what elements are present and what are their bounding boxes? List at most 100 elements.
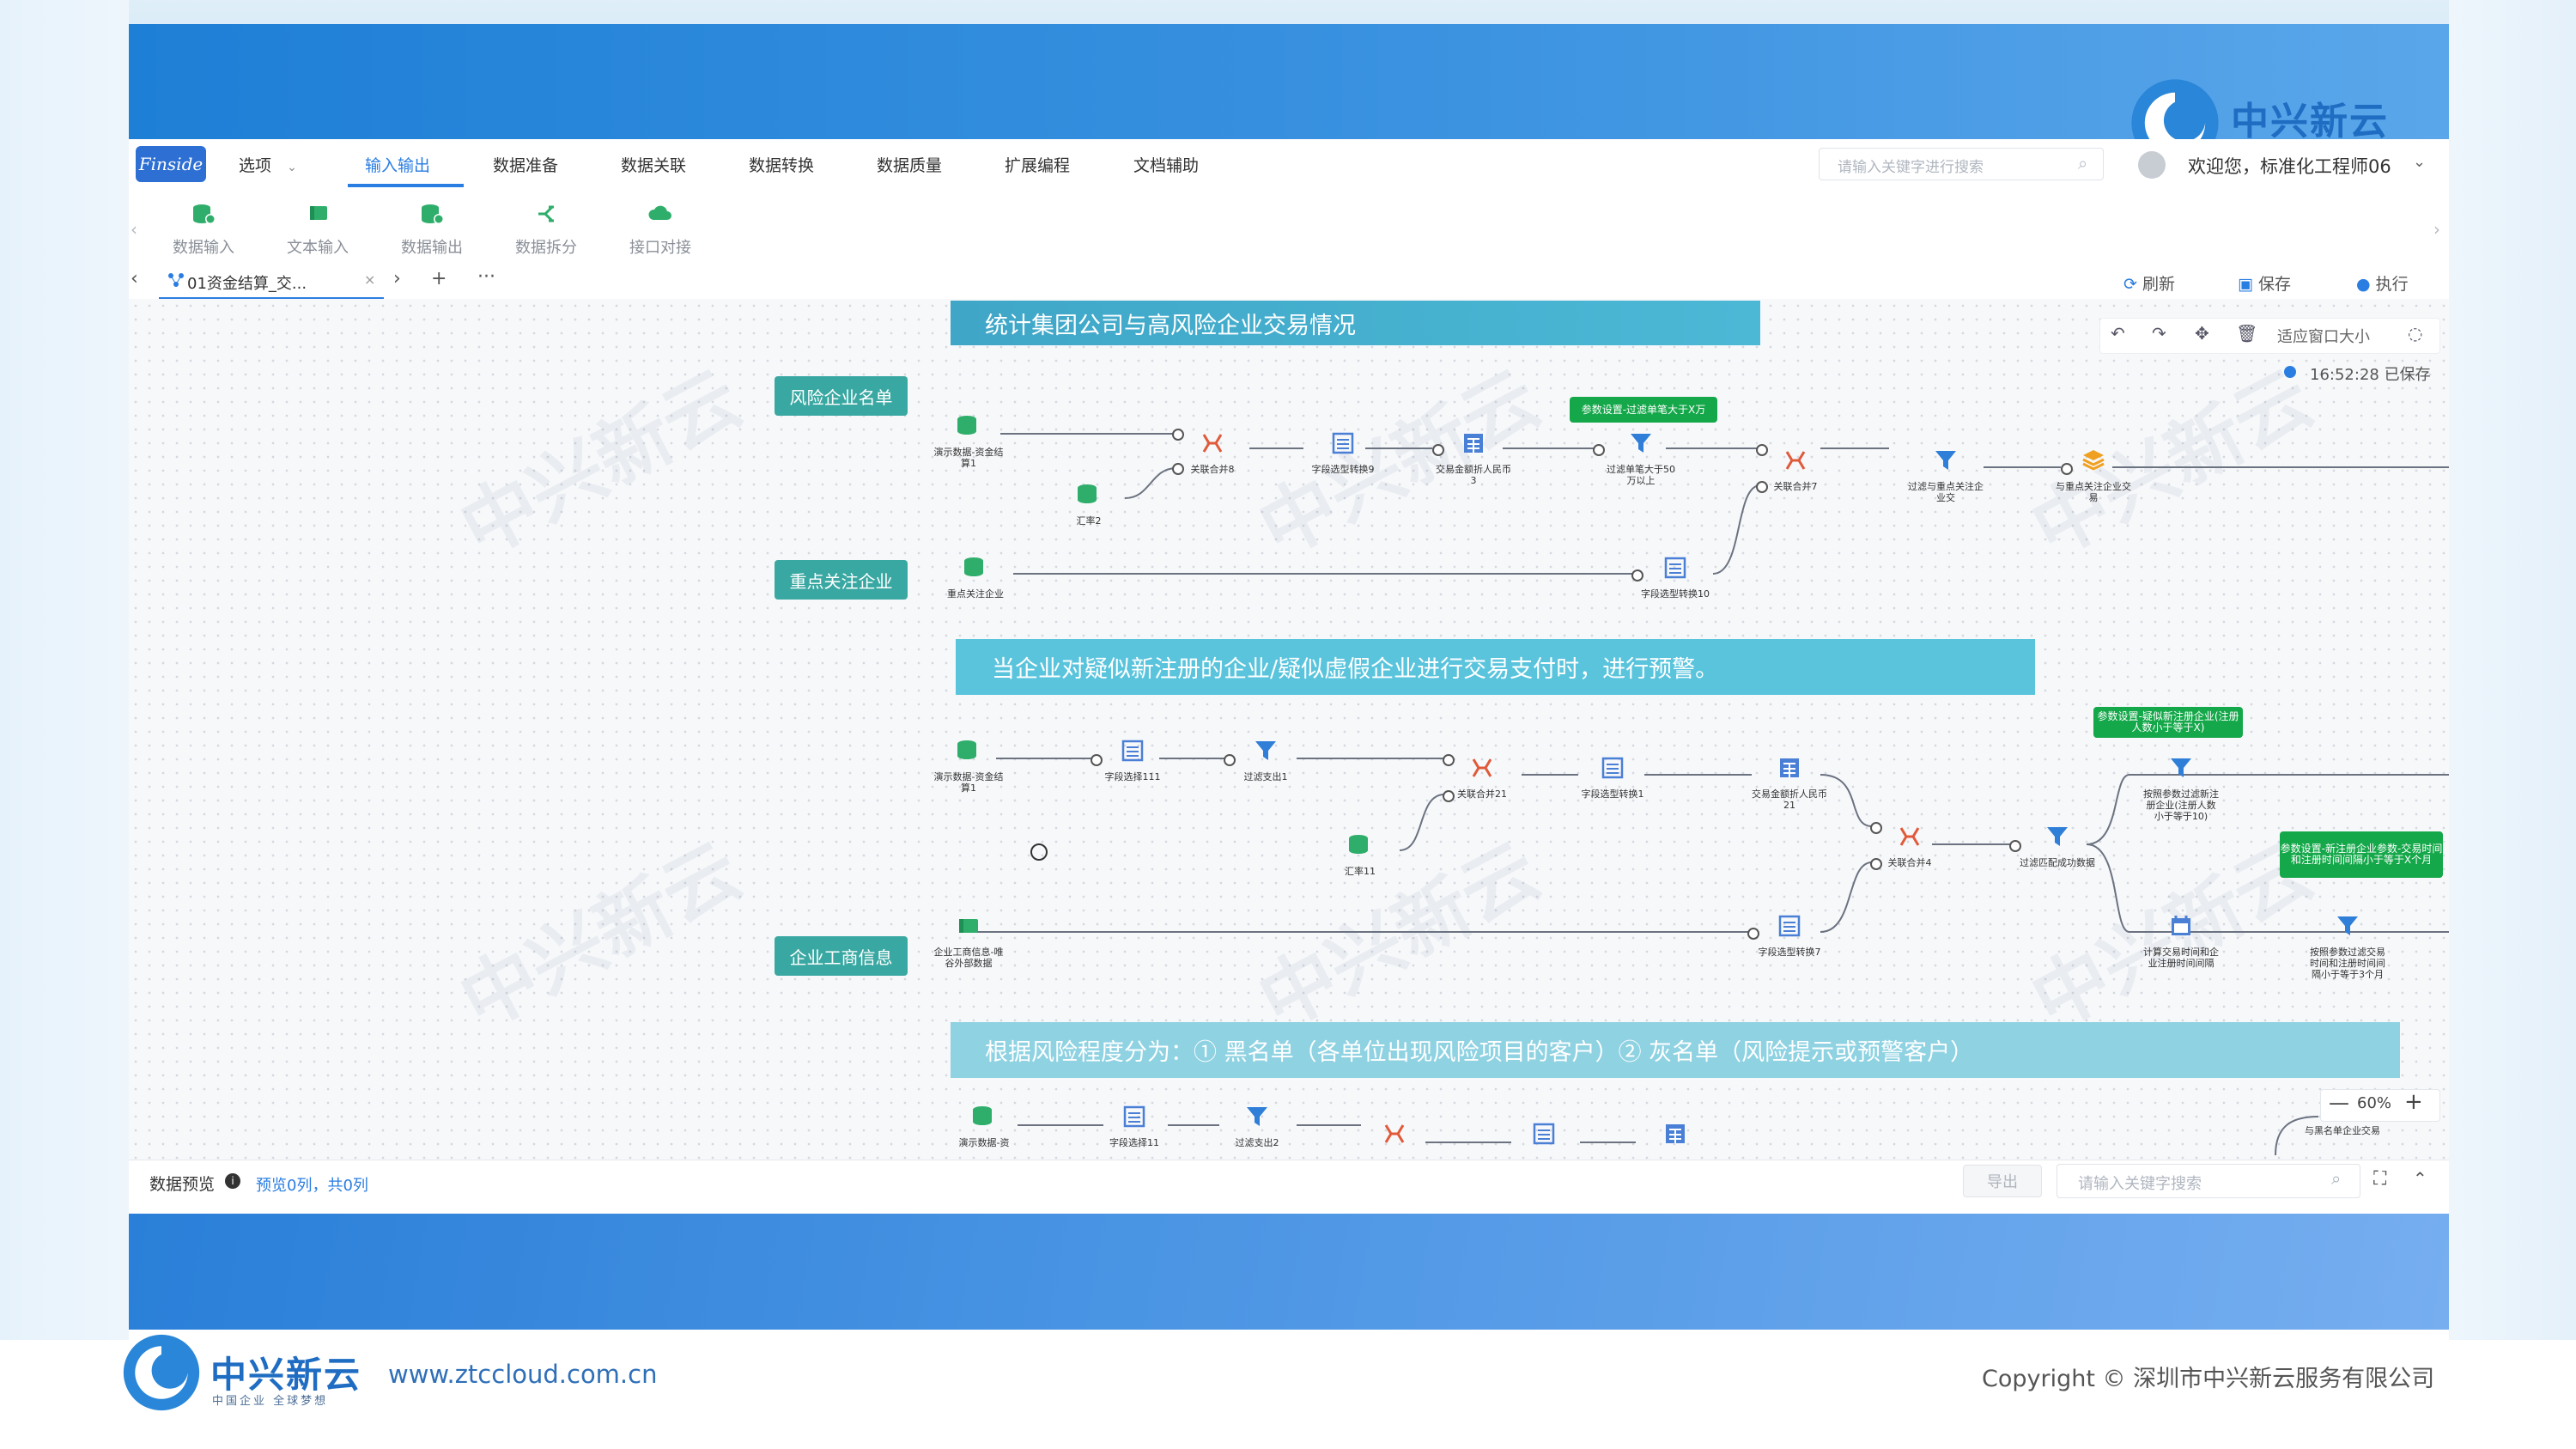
node-output[interactable]: 与重点关注企业交易 [2056,447,2132,503]
save-button[interactable]: ▣ 保存 [2238,271,2291,295]
node-label: 企业工商信息-唯谷外部数据 [933,947,1004,969]
redo-icon[interactable]: ↷ [2152,323,2166,344]
node-field-select[interactable]: 字段选型转换9 [1312,429,1382,475]
api-connect-button[interactable]: 接口对接 [617,203,703,258]
node-field-select[interactable]: 字段选型转换7 [1759,912,1828,958]
node-data-source[interactable]: 演示数据-资金结算1 [934,737,1007,794]
node-field-select[interactable] [1530,1120,1558,1151]
node-port[interactable] [2061,463,2073,475]
node-port[interactable] [1224,754,1236,766]
refresh-button[interactable]: ⟳ 刷新 [2123,271,2175,295]
menu-item-data-transform[interactable]: 数据转换 [749,153,814,176]
node-join[interactable]: 关联合并21 [1457,754,1521,800]
node-join[interactable]: 关联合并4 [1888,823,1948,868]
node-port[interactable] [1870,822,1882,834]
node-filter[interactable]: 过滤单笔大于50万以上 [1607,429,1680,486]
delete-icon[interactable]: 🗑 [2236,323,2257,344]
tab-next-icon[interactable]: › [393,268,401,289]
more-icon[interactable]: ··· [477,266,495,288]
node-filter[interactable]: 过滤匹配成功数据 [2020,823,2096,868]
welcome-user[interactable]: 欢迎您，标准化工程师06 [2188,153,2391,179]
group-tag-risk-companies[interactable]: 风险企业名单 [775,376,908,416]
node-field-select[interactable]: 字段选型转换1 [1582,754,1651,800]
data-input-button[interactable]: 数据输入 [161,203,246,258]
menu-item-data-join[interactable]: 数据关联 [621,153,686,176]
menu-item-extension[interactable]: 扩展编程 [1005,153,1070,176]
search-icon[interactable]: ⌕ [2331,1168,2341,1189]
param-callout[interactable]: 参数设置-新注册企业参数-交易时间和注册时间间隔小于等于X个月 [2280,831,2443,878]
node-field-select[interactable]: 字段选择11 [1109,1103,1173,1148]
param-callout[interactable]: 参数设置-疑似新注册企业(注册人数小于等于X) [2093,707,2243,738]
node-calc[interactable]: 交易金额折人民币21 [1752,754,1828,811]
node-data-source[interactable]: 演示数据-资金结算1 [934,412,1007,469]
node-port[interactable] [1432,444,1444,456]
add-tab-icon[interactable]: + [431,268,447,289]
data-output-button[interactable]: 数据输出 [389,203,475,258]
section-banner-1[interactable]: 统计集团公司与高风险企业交易情况 [951,301,1760,345]
export-button[interactable]: 导出 [1963,1165,2042,1197]
ribbon-scroll-left-icon[interactable]: ‹ [131,219,137,240]
node-calc[interactable]: 交易金额折人民币3 [1436,429,1512,486]
section-banner-2[interactable]: 当企业对疑似新注册的企业/疑似虚假企业进行交易支付时，进行预警。 [956,639,2035,695]
param-callout[interactable]: 参数设置-过滤单笔大于X万 [1570,397,1717,423]
node-label: 演示数据-资金结算1 [933,771,1004,794]
close-icon[interactable]: × [364,271,375,288]
section-banner-3[interactable]: 根据风险程度分为：① 黑名单（各单位出现风险项目的客户）② 灰名单（风险提示或预… [951,1022,2400,1078]
run-button[interactable]: ● 执行 [2356,271,2409,295]
zoom-out-button[interactable]: — [2329,1091,2349,1115]
search-icon[interactable]: ⌕ [2078,153,2087,174]
node-port[interactable] [2009,840,2021,852]
table-icon [1123,1105,1145,1128]
menu-item-docs[interactable]: 文档辅助 [1133,153,1199,176]
node-join[interactable]: 关联合并7 [1774,447,1834,492]
node-text-source[interactable]: 企业工商信息-唯谷外部数据 [934,912,1007,969]
node-port[interactable] [1091,754,1103,766]
info-icon [2284,366,2296,378]
node-field-select[interactable]: 字段选型转换10 [1641,554,1714,600]
node-join[interactable]: 关联合并8 [1191,429,1251,475]
undo-icon[interactable]: ↶ [2111,323,2125,344]
node-field-select[interactable]: 字段选择111 [1105,737,1171,782]
lock-icon[interactable]: ◌ [2408,323,2422,344]
node-data-source[interactable]: 汇率2 [1075,481,1127,527]
group-tag-business-info[interactable]: 企业工商信息 [775,936,908,976]
tab-prev-icon[interactable]: ‹ [131,268,138,289]
node-data-source[interactable]: 演示数据-资 [959,1103,1023,1148]
data-split-button[interactable]: 数据拆分 [503,203,589,258]
ribbon-scroll-right-icon[interactable]: › [2433,219,2440,240]
node-filter[interactable]: 按照参数过滤交易时间和注册时间间隔小于等于3个月 [2310,912,2386,980]
fit-window-button[interactable]: 适应窗口大小 [2277,325,2370,347]
chevron-up-icon[interactable]: ⌃ [2413,1168,2427,1189]
node-data-source[interactable]: 汇率11 [1345,831,1399,877]
node-calc[interactable] [1662,1120,1689,1151]
select-icon[interactable]: ✥ [2195,323,2209,344]
node-output[interactable]: 与黑名单企业交易 [2305,1125,2381,1136]
node-join[interactable] [1381,1120,1408,1151]
node-port[interactable] [1172,429,1184,441]
node-filter[interactable]: 过滤支出2 [1236,1103,1296,1148]
join-icon [1899,827,1920,846]
avatar[interactable] [2138,151,2166,179]
node-date-calc[interactable]: 计算交易时间和企业注册时间间隔 [2143,912,2220,969]
node-port[interactable] [1443,754,1455,766]
menu-item-data-quality[interactable]: 数据质量 [877,153,942,176]
node-port[interactable] [1631,569,1643,581]
text-input-button[interactable]: 文本输入 [275,203,361,258]
node-data-source[interactable]: 重点关注企业 [947,554,1014,600]
info-icon[interactable]: i [225,1173,240,1189]
node-filter[interactable]: 过滤与重点关注企业交 [1908,447,1984,503]
menu-options[interactable]: 选项 ⌄ [239,153,297,176]
footer-website-link[interactable]: www.ztccloud.com.cn [388,1360,657,1389]
node-port[interactable] [1747,928,1759,940]
menu-item-io[interactable]: 输入输出 [365,153,430,176]
node-port[interactable] [1593,444,1605,456]
node-port[interactable] [1756,444,1768,456]
chevron-down-icon[interactable]: ⌄ [2413,153,2426,171]
app-logo[interactable]: Finside [136,146,206,182]
menu-item-data-prep[interactable]: 数据准备 [493,153,558,176]
zoom-in-button[interactable]: + [2404,1089,2423,1115]
fullscreen-icon[interactable]: ⛶ [2373,1168,2386,1190]
node-filter[interactable]: 按照参数过滤新注册企业(注册人数小于等于10) [2143,754,2220,822]
node-filter[interactable]: 过滤支出1 [1244,737,1304,782]
group-tag-key-companies[interactable]: 重点关注企业 [775,560,908,600]
